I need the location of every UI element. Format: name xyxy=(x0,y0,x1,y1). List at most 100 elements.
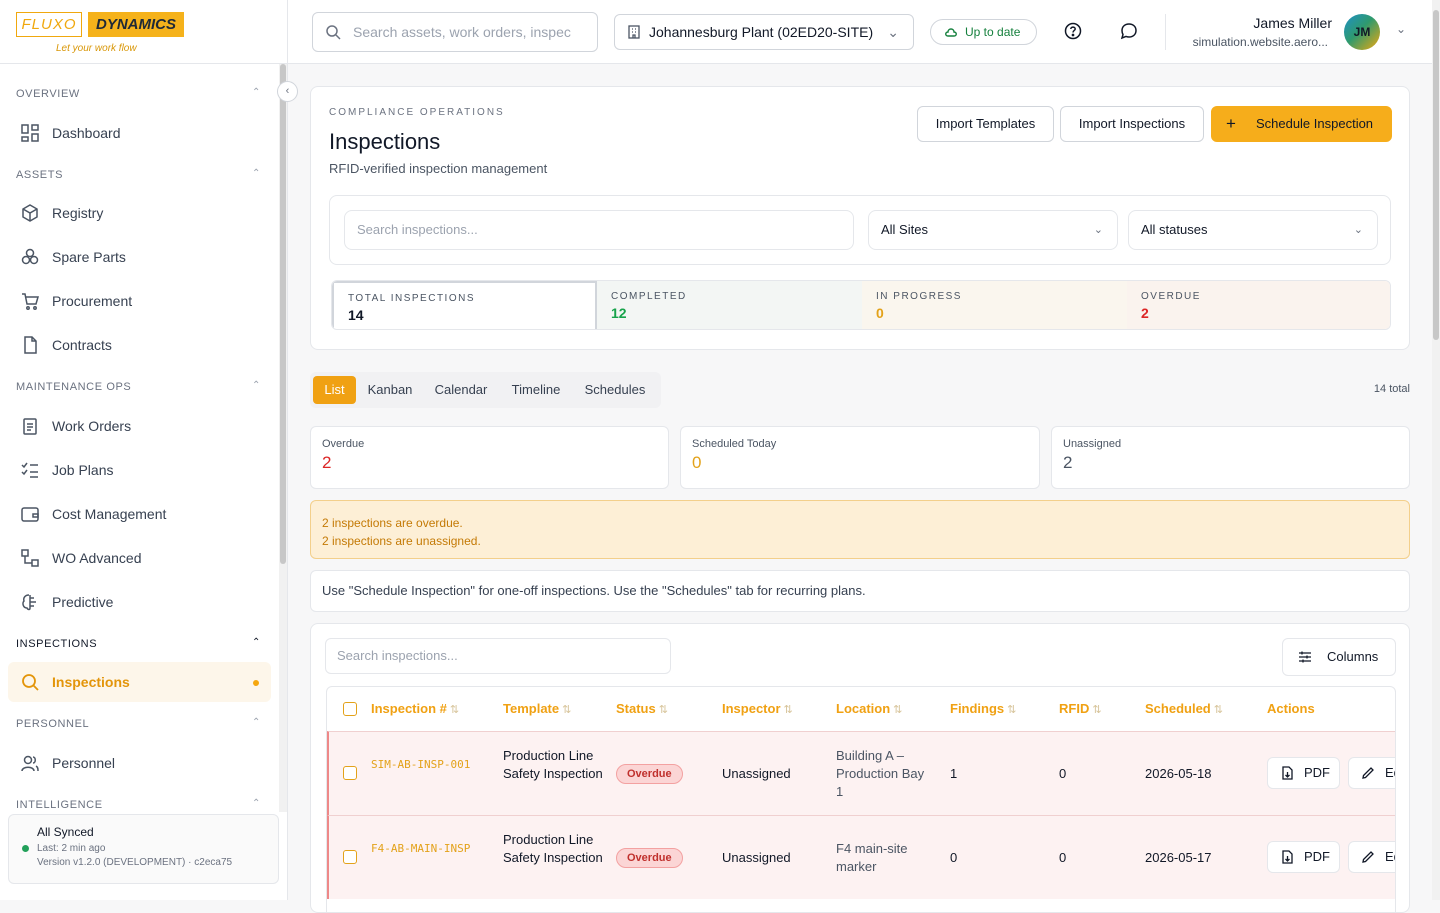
pdf-button[interactable]: PDF xyxy=(1267,757,1340,789)
section-maintenance-ops[interactable]: MAINTENANCE OPS ⌃ xyxy=(16,380,260,393)
sync-status-badge[interactable]: Up to date xyxy=(930,19,1037,45)
wallet-icon xyxy=(21,507,39,522)
global-search-input[interactable]: Search assets, work orders, inspec xyxy=(312,12,598,52)
collapse-sidebar-button[interactable]: ‹ xyxy=(277,81,298,102)
sidebar: FLUXO DYNAMICS Let your work flow OVERVI… xyxy=(0,0,288,900)
col-template[interactable]: Template ⇅ xyxy=(503,687,571,731)
section-personnel[interactable]: PERSONNEL ⌃ xyxy=(16,717,260,730)
scrollbar-thumb[interactable] xyxy=(280,64,286,564)
file-icon xyxy=(24,336,37,354)
col-status[interactable]: Status ⇅ xyxy=(616,687,668,731)
summary-unassigned[interactable]: Unassigned 2 xyxy=(1051,426,1410,489)
sidebar-scrollbar[interactable] xyxy=(279,64,287,812)
import-inspections-button[interactable]: Import Inspections xyxy=(1060,106,1204,142)
sidebar-item-inspections[interactable]: Inspections xyxy=(8,662,271,702)
sidebar-item-procurement[interactable]: Procurement xyxy=(8,281,271,321)
tab-list[interactable]: List xyxy=(313,376,356,404)
total-count: 14 total xyxy=(1373,383,1410,395)
cart-icon xyxy=(22,293,39,310)
inspection-id[interactable]: F4-AB-MAIN-INSP xyxy=(371,840,471,858)
sort-icon: ⇅ xyxy=(562,704,572,716)
edit-button[interactable]: Edit xyxy=(1348,841,1395,873)
active-dot xyxy=(253,680,259,686)
table-search-input[interactable]: Search inspections... xyxy=(325,638,671,674)
app-version: Version v1.2.0 (DEVELOPMENT) · c2eca75 xyxy=(37,857,233,868)
alert-line: 2 inspections are unassigned. xyxy=(322,534,481,548)
sidebar-item-cost-management[interactable]: Cost Management xyxy=(8,494,271,534)
section-overview[interactable]: OVERVIEW ⌃ xyxy=(16,87,260,100)
stat-value: 14 xyxy=(348,307,364,323)
col-findings[interactable]: Findings ⇅ xyxy=(950,687,1016,731)
stat-overdue[interactable]: OVERDUE 2 xyxy=(1127,281,1390,329)
filter-search-input[interactable]: Search inspections... xyxy=(344,210,854,250)
sidebar-item-spare-parts[interactable]: Spare Parts xyxy=(8,237,271,277)
brain-icon xyxy=(22,594,36,611)
findings-count: 0 xyxy=(950,850,958,865)
dashboard-icon xyxy=(21,124,39,142)
tab-kanban[interactable]: Kanban xyxy=(362,376,418,404)
logo-left: FLUXO xyxy=(16,12,82,37)
col-inspection-number[interactable]: Inspection # ⇅ xyxy=(371,687,459,731)
sidebar-item-registry[interactable]: Registry xyxy=(8,193,271,233)
chevron-down-icon: ⌄ xyxy=(887,24,899,40)
rfid-count: 0 xyxy=(1059,850,1067,865)
col-rfid[interactable]: RFID ⇅ xyxy=(1059,687,1102,731)
schedule-inspection-button[interactable]: + Schedule Inspection xyxy=(1211,106,1392,142)
table-row[interactable]: SIM-AB-INSP-001 Production Line Safety I… xyxy=(327,731,1395,815)
chevron-up-icon: ⌃ xyxy=(252,168,261,179)
chevron-up-icon: ⌃ xyxy=(252,87,261,98)
tab-schedules[interactable]: Schedules xyxy=(578,376,652,404)
pdf-button[interactable]: PDF xyxy=(1267,841,1340,873)
edit-button[interactable]: Edit xyxy=(1348,757,1395,789)
page-scrollbar[interactable] xyxy=(1432,0,1440,900)
section-assets[interactable]: ASSETS ⌃ xyxy=(16,168,260,181)
filter-bar: Search inspections... All Sites ⌄ All sta… xyxy=(329,195,1391,265)
status-filter-select[interactable]: All statuses ⌄ xyxy=(1128,210,1378,250)
columns-button[interactable]: Columns xyxy=(1282,638,1396,676)
sidebar-item-contracts[interactable]: Contracts xyxy=(8,325,271,365)
user-name[interactable]: James Miller xyxy=(1188,15,1332,31)
stat-completed[interactable]: COMPLETED 12 xyxy=(597,281,862,329)
help-icon[interactable] xyxy=(1064,22,1082,40)
section-intelligence[interactable]: INTELLIGENCE ⌃ xyxy=(16,798,260,811)
search-icon xyxy=(326,25,341,40)
sidebar-item-wo-advanced[interactable]: WO Advanced xyxy=(8,538,271,578)
scrollbar-thumb[interactable] xyxy=(1433,10,1439,340)
rfid-count: 0 xyxy=(1059,766,1067,781)
table-row[interactable]: F4-AB-MAIN-INSP Production Line Safety I… xyxy=(327,815,1395,899)
sidebar-item-personnel[interactable]: Personnel xyxy=(8,743,271,783)
tab-timeline[interactable]: Timeline xyxy=(504,376,568,404)
col-scheduled[interactable]: Scheduled ⇅ xyxy=(1145,687,1223,731)
chevron-down-icon: ⌄ xyxy=(1353,224,1363,236)
tab-calendar[interactable]: Calendar xyxy=(428,376,494,404)
import-templates-button[interactable]: Import Templates xyxy=(917,106,1054,142)
sidebar-item-job-plans[interactable]: Job Plans xyxy=(8,450,271,490)
stat-total[interactable]: TOTAL INSPECTIONS 14 xyxy=(332,281,597,329)
sync-last: Last: 2 min ago xyxy=(37,843,106,854)
site-selector[interactable]: Johannesburg Plant (02ED20-SITE) ⌄ xyxy=(614,14,914,50)
chevron-down-icon: ⌄ xyxy=(1093,224,1103,236)
parts-icon xyxy=(21,248,39,265)
col-location[interactable]: Location ⇅ xyxy=(836,687,902,731)
sidebar-item-work-orders[interactable]: Work Orders xyxy=(8,406,271,446)
chevron-down-icon[interactable]: ⌄ xyxy=(1396,22,1406,36)
sliders-icon xyxy=(1299,651,1311,663)
search-icon xyxy=(22,674,39,691)
summary-overdue[interactable]: Overdue 2 xyxy=(310,426,669,489)
col-inspector[interactable]: Inspector ⇅ xyxy=(722,687,793,731)
site-filter-select[interactable]: All Sites ⌄ xyxy=(868,210,1118,250)
findings-count: 1 xyxy=(950,766,958,781)
brand-logo[interactable]: FLUXO DYNAMICS Let your work flow xyxy=(0,0,287,64)
summary-scheduled-today[interactable]: Scheduled Today 0 xyxy=(680,426,1040,489)
sidebar-item-dashboard[interactable]: Dashboard xyxy=(8,113,271,153)
inspection-id[interactable]: SIM-AB-INSP-001 xyxy=(371,756,471,774)
info-note: Use "Schedule Inspection" for one-off in… xyxy=(310,570,1410,612)
avatar[interactable]: JM xyxy=(1344,14,1380,50)
chat-icon[interactable] xyxy=(1120,22,1138,40)
select-all-checkbox[interactable] xyxy=(343,702,357,716)
row-checkbox[interactable] xyxy=(343,850,357,864)
section-inspections[interactable]: INSPECTIONS ⌃ xyxy=(16,637,260,650)
sidebar-item-predictive[interactable]: Predictive xyxy=(8,582,271,622)
stat-in-progress[interactable]: IN PROGRESS 0 xyxy=(862,281,1127,329)
row-checkbox[interactable] xyxy=(343,766,357,780)
